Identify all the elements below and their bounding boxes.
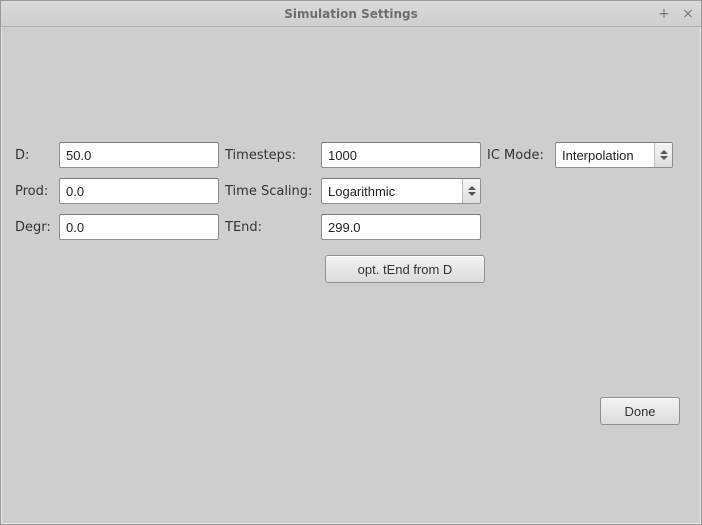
window-title: Simulation Settings <box>284 7 417 21</box>
window-controls: + × <box>657 1 695 27</box>
input-prod[interactable] <box>59 178 219 204</box>
window: Simulation Settings + × D: Timesteps: IC… <box>0 0 702 525</box>
chevron-down-icon <box>660 156 668 160</box>
input-degr[interactable] <box>59 214 219 240</box>
chevron-up-icon <box>468 186 476 190</box>
input-timesteps[interactable] <box>321 142 481 168</box>
label-time-scaling: Time Scaling: <box>219 184 321 199</box>
label-degr: Degr: <box>15 220 59 235</box>
row-degr: Degr: TEnd: <box>15 209 687 245</box>
chevron-down-icon <box>468 192 476 196</box>
input-tend[interactable] <box>321 214 481 240</box>
minimize-icon[interactable]: + <box>657 7 671 21</box>
chevron-up-icon <box>660 150 668 154</box>
label-d: D: <box>15 148 59 163</box>
input-time-scaling[interactable] <box>321 178 481 204</box>
label-tend: TEnd: <box>219 220 321 235</box>
label-ic-mode: IC Mode: <box>481 148 555 163</box>
titlebar: Simulation Settings + × <box>1 1 701 27</box>
input-d[interactable] <box>59 142 219 168</box>
label-timesteps: Timesteps: <box>219 148 321 163</box>
combo-time-scaling[interactable] <box>321 178 481 204</box>
done-button[interactable]: Done <box>600 397 680 425</box>
spinner-icon[interactable] <box>462 179 480 203</box>
opt-tend-button[interactable]: opt. tEnd from D <box>325 255 485 283</box>
close-icon[interactable]: × <box>681 7 695 21</box>
row-prod: Prod: Time Scaling: <box>15 173 687 209</box>
row-opt-tend: opt. tEnd from D <box>15 255 687 283</box>
row-done: Done <box>600 397 680 425</box>
form: D: Timesteps: IC Mode: Prod: Time Scalin… <box>1 27 701 283</box>
spinner-icon[interactable] <box>654 143 672 167</box>
combo-ic-mode[interactable] <box>555 142 673 168</box>
row-d: D: Timesteps: IC Mode: <box>15 137 687 173</box>
label-prod: Prod: <box>15 184 59 199</box>
